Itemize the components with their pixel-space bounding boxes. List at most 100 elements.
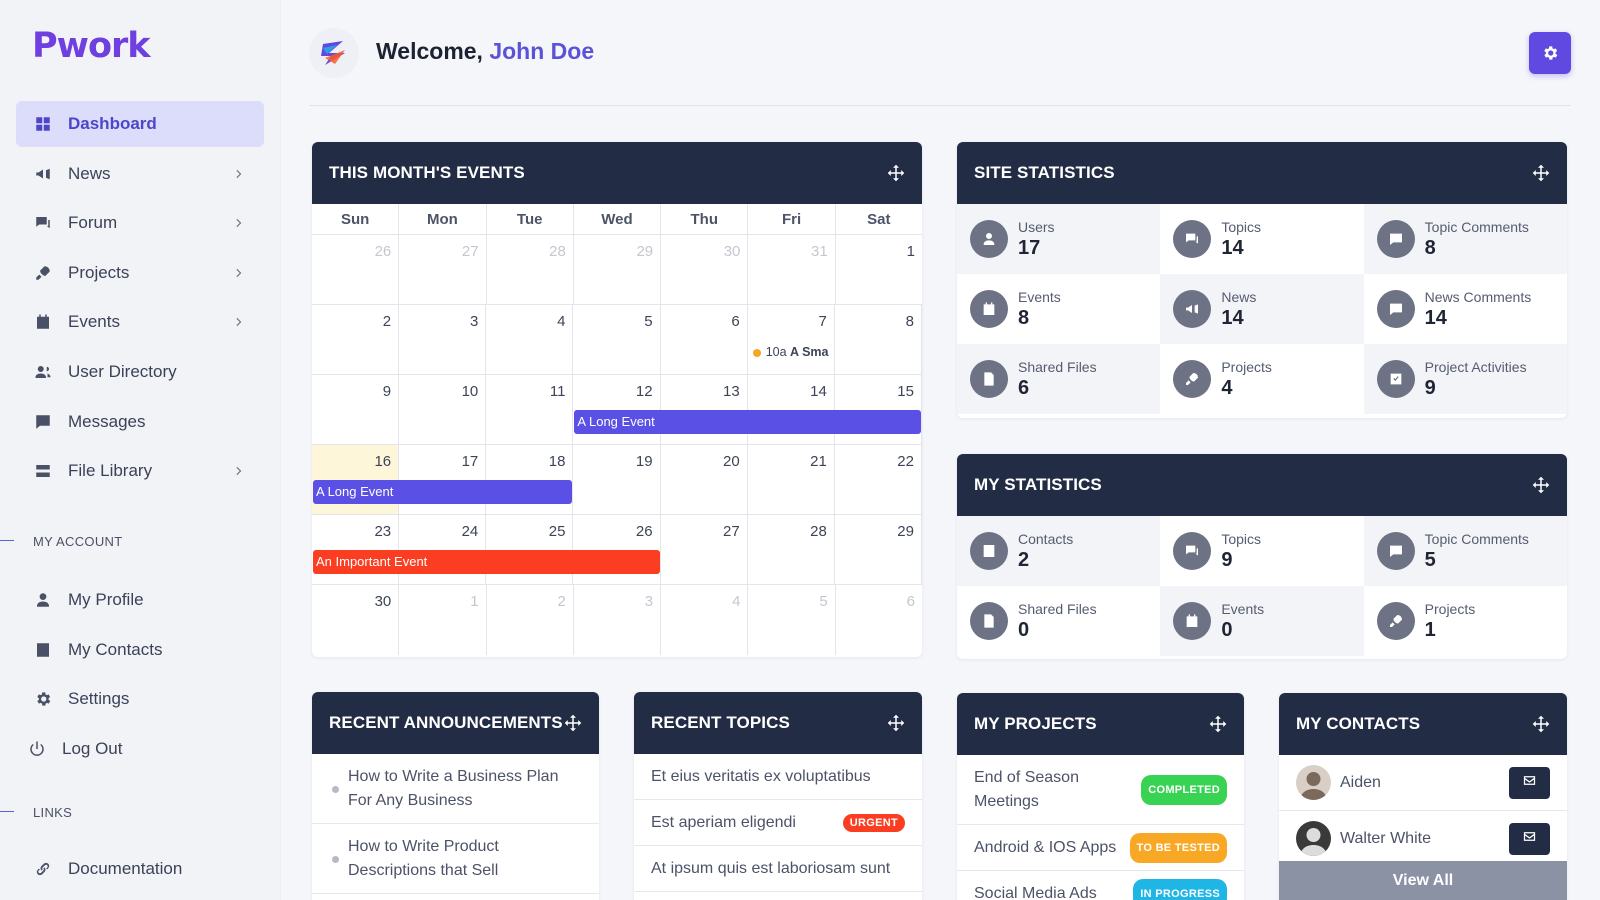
- rocket-icon: [33, 263, 53, 283]
- calendar-day[interactable]: 19: [573, 445, 661, 514]
- sidebar-item-my-contacts[interactable]: My Contacts: [16, 627, 264, 673]
- move-handle-icon[interactable]: [887, 164, 905, 182]
- calendar-day[interactable]: 4: [486, 305, 574, 374]
- calendar-day[interactable]: 2: [312, 305, 400, 374]
- announcements-card: RECENT ANNOUNCEMENTS How to Write a Busi…: [312, 692, 599, 900]
- calendar-event-bar[interactable]: A Long Event: [313, 480, 573, 504]
- announcement-item[interactable]: How to Write Product Descriptions that S…: [312, 824, 599, 894]
- calendar-day-number: 29: [897, 523, 914, 540]
- calendar-day-number: 25: [548, 523, 566, 540]
- calendar-day-number: 3: [644, 593, 654, 610]
- message-contact-button[interactable]: [1509, 823, 1550, 855]
- calendar-day[interactable]: 20: [661, 445, 748, 514]
- sidebar-item-events[interactable]: Events: [16, 299, 264, 345]
- calendar-event-item[interactable]: 10a A Sma: [752, 345, 834, 359]
- calendar-day[interactable]: 3: [574, 585, 662, 655]
- sidebar-item-settings[interactable]: Settings: [16, 676, 264, 722]
- calendar-day-number: 8: [905, 313, 914, 330]
- calendar-weekday-row: Sun Mon Tue Wed Thu Fri Sat: [312, 204, 922, 235]
- calendar-day[interactable]: 4: [661, 585, 749, 655]
- stat-label: Events: [1018, 288, 1061, 305]
- brand-logo[interactable]: Pwork: [32, 26, 151, 66]
- project-title: End of Season Meetings: [974, 768, 1079, 810]
- message-contact-button[interactable]: [1509, 767, 1550, 799]
- calendar-day-number: 15: [897, 383, 914, 400]
- calendar-day[interactable]: 10: [399, 375, 487, 444]
- calendar-day[interactable]: 5: [748, 585, 836, 655]
- calendar-day[interactable]: 8: [835, 305, 922, 374]
- contact-row[interactable]: Aiden: [1279, 755, 1567, 811]
- calendar-day[interactable]: 5: [573, 305, 661, 374]
- move-handle-icon[interactable]: [887, 714, 905, 732]
- project-item[interactable]: Android & IOS Apps TO BE TESTED: [957, 825, 1244, 871]
- sidebar-item-file-library[interactable]: File Library: [16, 448, 264, 494]
- calendar-day[interactable]: 31: [748, 235, 836, 304]
- sidebar-item-dashboard[interactable]: Dashboard: [16, 101, 264, 147]
- calendar-day[interactable]: 1: [399, 585, 487, 655]
- calendar-day-number: 26: [635, 523, 653, 540]
- calendar-day[interactable]: 2: [487, 585, 574, 655]
- announcements-title: RECENT ANNOUNCEMENTS: [329, 713, 563, 732]
- stat-value: 14: [1221, 306, 1244, 329]
- calendar-day[interactable]: 6: [836, 585, 922, 655]
- move-handle-icon[interactable]: [1532, 164, 1550, 182]
- calendar-day[interactable]: 27: [399, 235, 487, 304]
- contact-row[interactable]: Walter White: [1279, 811, 1567, 867]
- calendar-day[interactable]: 3: [399, 305, 487, 374]
- calendar-event-bar[interactable]: A Long Event: [574, 410, 921, 434]
- sidebar-item-user-directory[interactable]: User Directory: [16, 349, 264, 395]
- stat-topics: Topics 9: [1160, 516, 1363, 586]
- move-handle-icon[interactable]: [564, 714, 582, 732]
- calendar-day[interactable]: 26: [312, 235, 400, 304]
- calendar-day-number: 30: [723, 243, 741, 260]
- calendar-day[interactable]: 22: [835, 445, 922, 514]
- calendar-day-number: 23: [374, 523, 392, 540]
- topic-item[interactable]: Est aperiam eligendi URGENT: [634, 800, 922, 846]
- calendar-day[interactable]: 28: [748, 515, 835, 584]
- calendar-day[interactable]: 30: [661, 235, 749, 304]
- calendar-day-number: 26: [374, 243, 392, 260]
- calendar-event-bar[interactable]: An Important Event: [313, 550, 660, 574]
- calendar-day[interactable]: 29: [574, 235, 662, 304]
- calendar-day[interactable]: 9: [312, 375, 400, 444]
- calendar-day[interactable]: 30: [312, 585, 400, 655]
- calendar-day-number: 1: [906, 243, 915, 260]
- sidebar-item-log-out[interactable]: Log Out: [16, 726, 264, 772]
- weekday-header: Sun: [312, 204, 400, 234]
- stat-label: Shared Files: [1018, 600, 1097, 617]
- check-icon: [1376, 360, 1415, 398]
- calendar-day-number: 17: [461, 453, 479, 470]
- view-all-contacts-button[interactable]: View All: [1279, 861, 1567, 900]
- gear-icon: [1544, 46, 1558, 60]
- sidebar-item-documentation[interactable]: Documentation: [16, 846, 264, 892]
- calendar-day[interactable]: 28: [487, 235, 574, 304]
- calendar-day[interactable]: 21: [748, 445, 835, 514]
- chat-icon: [1173, 220, 1212, 258]
- events-card-title: THIS MONTH'S EVENTS: [329, 163, 525, 182]
- move-handle-icon[interactable]: [1209, 715, 1227, 733]
- sidebar-item-messages[interactable]: Messages: [16, 399, 264, 445]
- calendar-day-number: 5: [644, 313, 653, 330]
- calendar-day-number: 3: [469, 313, 479, 330]
- project-item[interactable]: Social Media Ads IN PROGRESS: [957, 871, 1244, 900]
- user-name[interactable]: John Doe: [489, 38, 594, 64]
- settings-button[interactable]: [1529, 32, 1571, 74]
- calendar-day[interactable]: 6: [661, 305, 748, 374]
- calendar-day[interactable]: 29: [835, 515, 922, 584]
- move-handle-icon[interactable]: [1532, 476, 1550, 494]
- calendar-day[interactable]: 27: [661, 515, 748, 584]
- sidebar-item-my-profile[interactable]: My Profile: [16, 577, 264, 623]
- topic-item[interactable]: Et eius veritatis ex voluptatibus: [634, 754, 922, 800]
- calendar-day[interactable]: 11: [486, 375, 574, 444]
- topic-item[interactable]: At ipsum quis est laboriosam sunt: [634, 846, 922, 892]
- move-handle-icon[interactable]: [1532, 715, 1550, 733]
- calendar-day[interactable]: 7: [748, 305, 835, 374]
- sidebar-item-forum[interactable]: Forum: [16, 200, 264, 246]
- calendar-week-row: 30 1 2 3 4 5 6: [312, 585, 922, 655]
- sidebar-item-projects[interactable]: Projects: [16, 250, 264, 296]
- project-item[interactable]: End of Season Meetings COMPLETED: [957, 755, 1244, 825]
- stat-value: 0: [1018, 618, 1030, 641]
- sidebar-item-news[interactable]: News: [16, 151, 264, 197]
- announcement-item[interactable]: How to Write a Business Plan For Any Bus…: [312, 754, 599, 824]
- calendar-day[interactable]: 1: [836, 235, 922, 304]
